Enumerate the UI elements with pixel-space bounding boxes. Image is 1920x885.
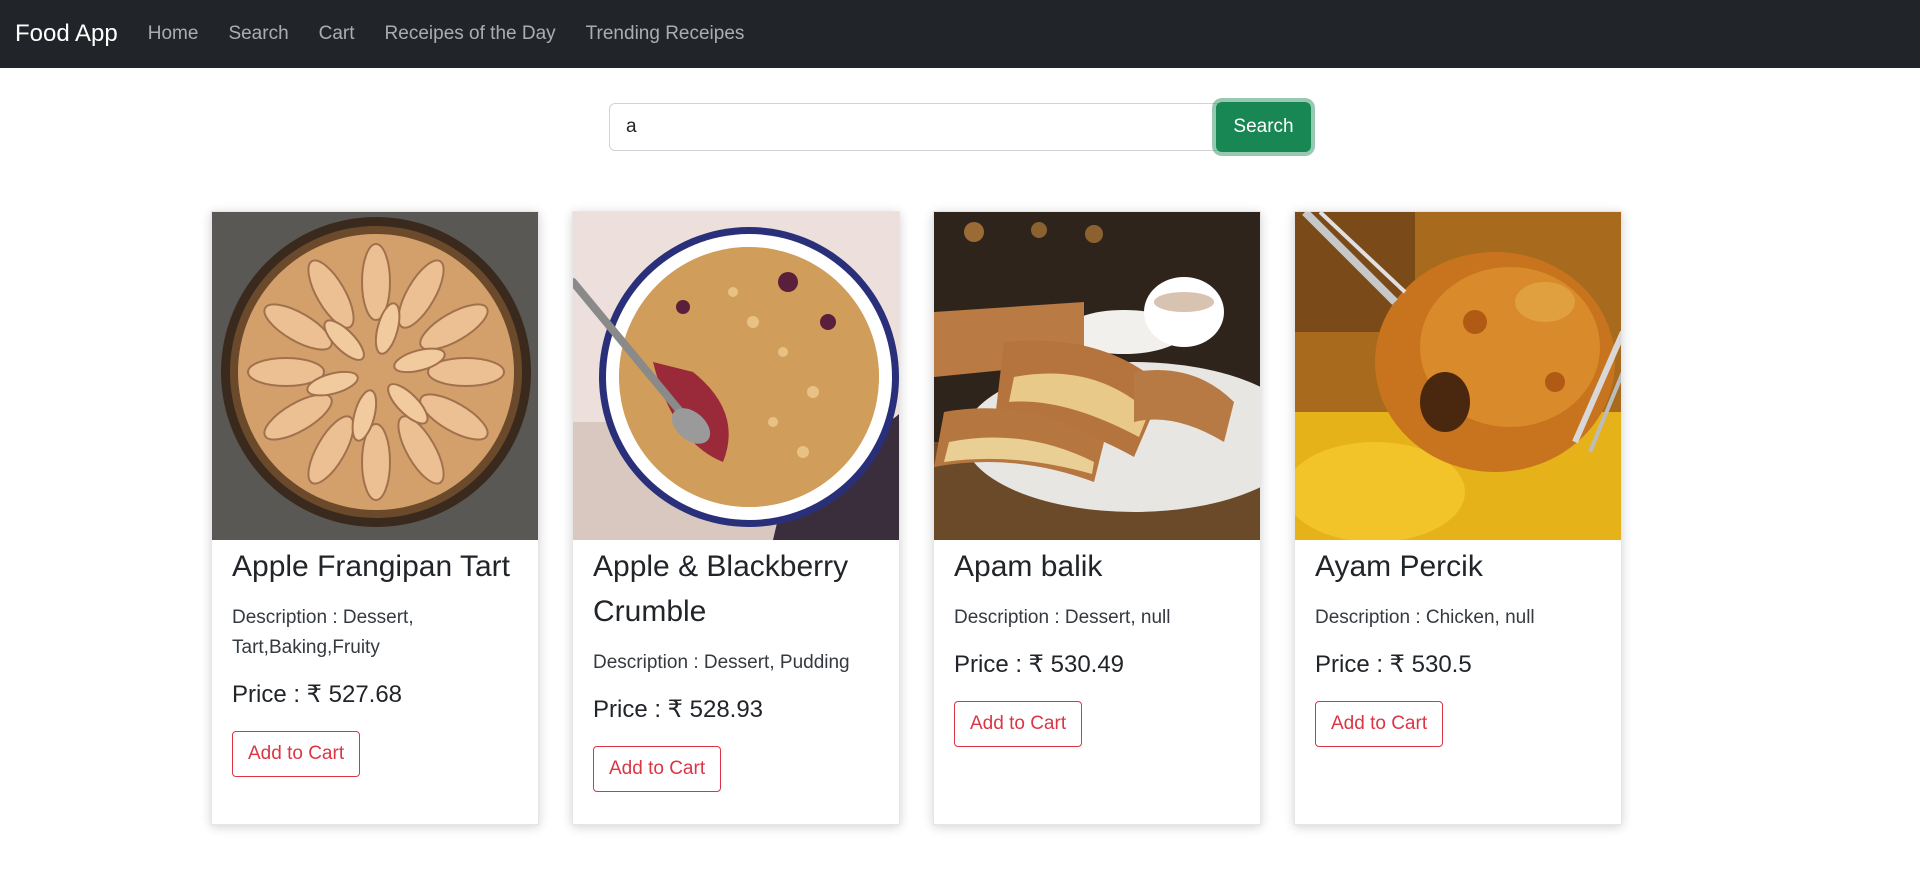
nav-link-home[interactable]: Home bbox=[148, 23, 199, 45]
recipe-title: Apple Frangipan Tart bbox=[232, 550, 510, 583]
recipe-card-body: Ayam Percik Description : Chicken, null … bbox=[1295, 540, 1621, 747]
nav-links: Home Search Cart Receipes of the Day Tre… bbox=[148, 23, 775, 45]
add-to-cart-button[interactable]: Add to Cart bbox=[593, 746, 722, 792]
add-to-cart-button[interactable]: Add to Cart bbox=[954, 701, 1083, 747]
search-bar: Search bbox=[609, 102, 1311, 152]
recipe-card-body: Apam balik Description : Dessert, null P… bbox=[934, 540, 1260, 747]
add-to-cart-button[interactable]: Add to Cart bbox=[232, 731, 361, 777]
recipe-description: Description : Dessert, Pudding bbox=[593, 652, 850, 673]
recipe-image-apple-frangipan-tart[interactable] bbox=[212, 212, 539, 540]
navbar: Food App Home Search Cart Receipes of th… bbox=[0, 0, 1920, 68]
recipe-price: Price : ₹ 530.5 bbox=[1315, 651, 1472, 678]
recipe-image-apam-balik[interactable] bbox=[934, 212, 1261, 540]
recipe-card: Apple Frangipan Tart Description : Desse… bbox=[211, 211, 539, 825]
nav-link-trending-recipes[interactable]: Trending Receipes bbox=[586, 23, 745, 45]
nav-link-search[interactable]: Search bbox=[228, 23, 288, 45]
search-button[interactable]: Search bbox=[1216, 102, 1311, 152]
recipe-title: Apam balik bbox=[954, 550, 1103, 583]
recipe-price: Price : ₹ 530.49 bbox=[954, 651, 1125, 678]
recipe-card: Apam balik Description : Dessert, null P… bbox=[933, 211, 1261, 825]
recipe-description: Description : Dessert, Tart,Baking,Fruit… bbox=[232, 607, 414, 658]
search-input[interactable] bbox=[609, 103, 1219, 151]
recipe-description: Description : Dessert, null bbox=[954, 607, 1171, 628]
nav-link-recipes-of-the-day[interactable]: Receipes of the Day bbox=[385, 23, 556, 45]
recipe-price: Price : ₹ 528.93 bbox=[593, 696, 764, 723]
recipe-image-apple-blackberry-crumble[interactable] bbox=[573, 212, 900, 540]
recipe-title: Ayam Percik bbox=[1315, 550, 1483, 583]
recipe-card-body: Apple & Blackberry Crumble Description :… bbox=[573, 540, 899, 792]
add-to-cart-button[interactable]: Add to Cart bbox=[1315, 701, 1444, 747]
brand-logo-link[interactable]: Food App bbox=[15, 20, 118, 48]
recipe-card: Ayam Percik Description : Chicken, null … bbox=[1294, 211, 1622, 825]
recipe-title: Apple & Blackberry Crumble bbox=[593, 550, 849, 628]
recipe-card-body: Apple Frangipan Tart Description : Desse… bbox=[212, 540, 538, 777]
recipe-image-ayam-percik[interactable] bbox=[1295, 212, 1622, 540]
nav-link-cart[interactable]: Cart bbox=[319, 23, 355, 45]
recipe-description: Description : Chicken, null bbox=[1315, 607, 1535, 628]
recipe-card-list: Apple Frangipan Tart Description : Desse… bbox=[211, 211, 1655, 825]
recipe-card: Apple & Blackberry Crumble Description :… bbox=[572, 211, 900, 825]
recipe-price: Price : ₹ 527.68 bbox=[232, 681, 403, 708]
